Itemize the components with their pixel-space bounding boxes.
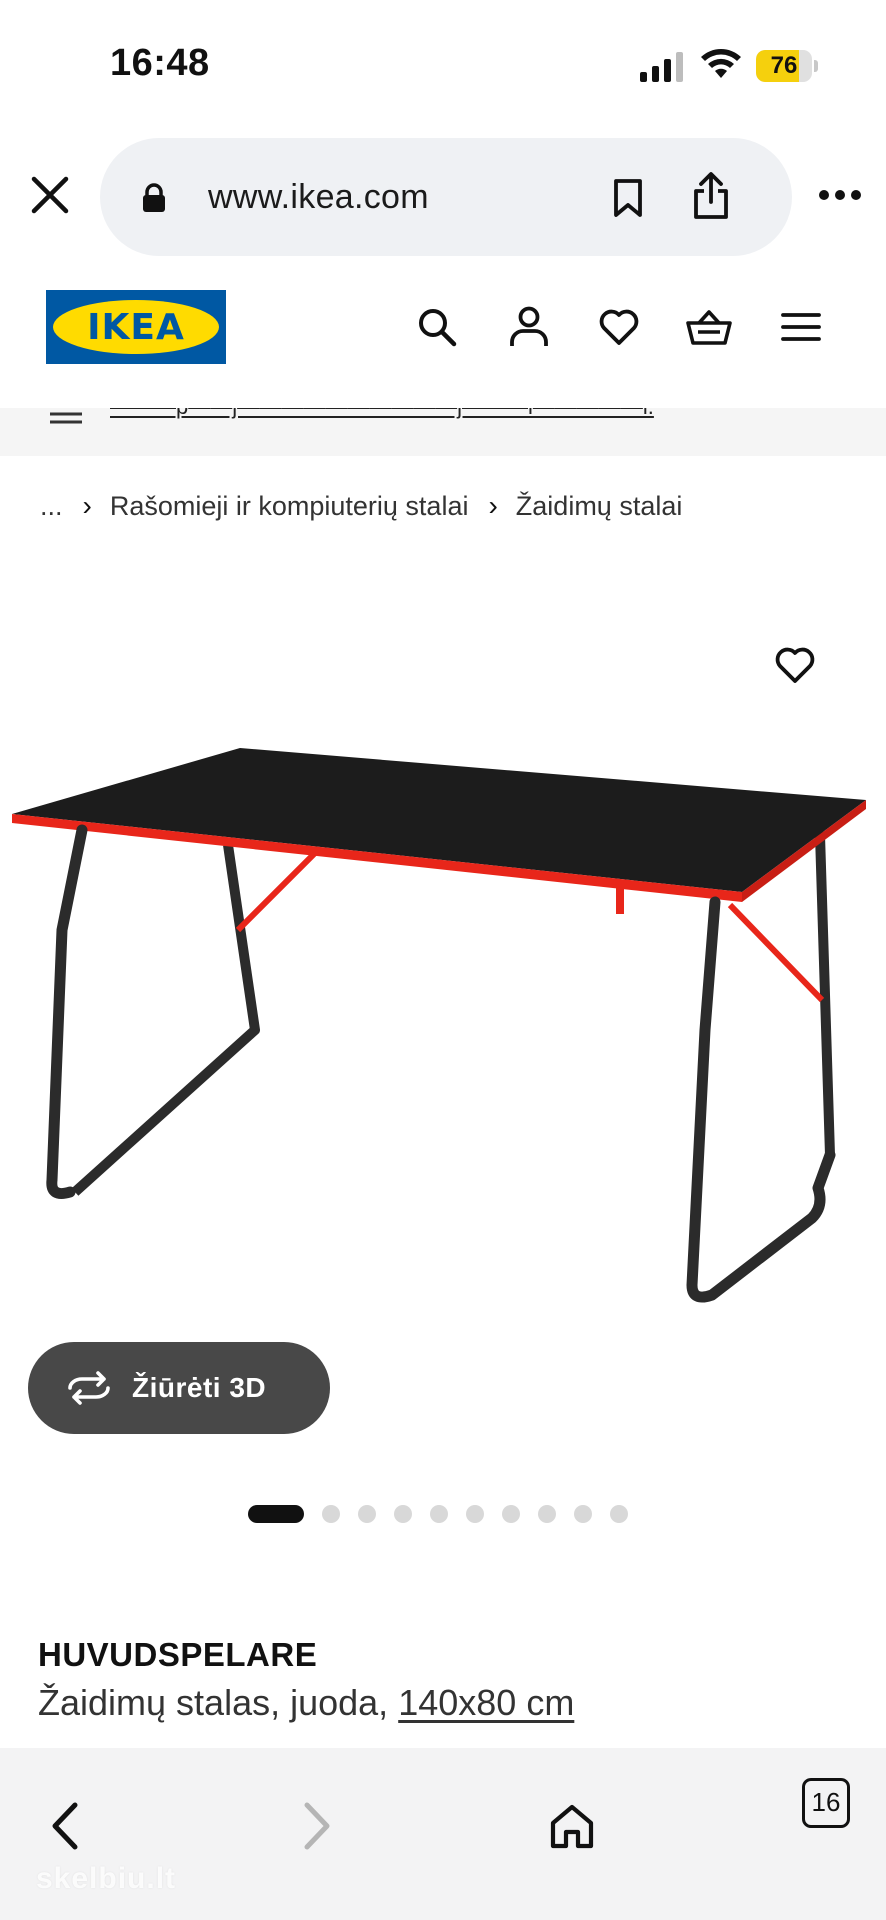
product-size-link[interactable]: 140x80 cm [398,1682,574,1723]
breadcrumb: ... › Rašomieji ir kompiuterių stalai › … [40,486,682,526]
wifi-icon [701,49,741,78]
forward-button[interactable] [288,1796,348,1856]
carousel-dot[interactable] [610,1505,628,1523]
search-icon [419,309,457,347]
forward-icon [304,1802,330,1850]
menu-button[interactable] [776,302,826,352]
heart-icon [599,309,639,345]
breadcrumb-separator: › [82,490,92,521]
carousel-dot[interactable] [358,1505,376,1523]
address-bar[interactable]: www.ikea.com [100,138,792,256]
share-icon [694,172,728,219]
search-button[interactable] [412,302,462,352]
share-button[interactable] [680,164,742,228]
breadcrumb-separator: › [488,490,498,521]
home-icon [550,1804,594,1849]
favorites-button[interactable] [594,302,644,352]
carousel-dot[interactable] [322,1505,340,1523]
battery-percent: 76 [770,52,798,79]
cellular-signal-icon [640,52,683,82]
heart-icon [775,647,815,683]
ikea-logo[interactable]: IKEA [46,290,226,364]
product-name: HUVUDSPELARE [38,1636,318,1673]
watermark: skelbiu.lt [36,1862,177,1895]
info-banner[interactable]: ———p——j——————————j———i—————i. [0,408,886,456]
close-tab-button[interactable] [20,165,80,225]
account-button[interactable] [504,302,554,352]
close-icon [31,176,69,214]
carousel-dot[interactable] [574,1505,592,1523]
breadcrumb-item-desks[interactable]: Rašomieji ir kompiuterių stalai [110,491,469,522]
back-icon [52,1802,78,1850]
product-image[interactable] [0,730,886,1320]
product-description: Žaidimų stalas, juoda, 140x80 cm [38,1682,574,1724]
carousel-dot[interactable] [502,1505,520,1523]
carousel-dot[interactable] [430,1505,448,1523]
view-3d-button[interactable]: Žiūrėti 3D [28,1342,330,1434]
add-to-favorites-button[interactable] [770,640,820,690]
cart-icon [686,310,732,345]
home-button[interactable] [542,1796,602,1856]
back-button[interactable] [34,1796,94,1856]
info-banner-text: ———p——j——————————j———i—————i. [110,408,654,420]
image-carousel-indicator [248,1504,646,1524]
status-time: 16:48 [110,42,210,84]
menu-icon [781,313,821,341]
bookmark-button[interactable] [598,168,658,228]
cart-button[interactable] [684,302,734,352]
lock-icon [143,183,165,212]
carousel-dot[interactable] [538,1505,556,1523]
rotate-3d-icon [68,1371,110,1405]
url-text: www.ikea.com [208,178,429,216]
tabs-button[interactable]: 16 [802,1778,850,1828]
breadcrumb-ellipsis[interactable]: ... [40,491,63,522]
battery-icon: 76 [756,50,818,82]
info-strip-icon [50,412,82,424]
breadcrumb-item-gaming-desks[interactable]: Žaidimų stalai [516,491,683,522]
browser-toolbar: www.ikea.com [0,130,886,260]
product-description-text: Žaidimų stalas, juoda, [38,1682,389,1723]
carousel-dot[interactable] [394,1505,412,1523]
logo-text: IKEA [87,306,185,348]
status-bar: 16:48 76 [0,0,886,120]
more-options-button[interactable] [808,165,872,225]
account-icon [510,306,548,346]
more-icon [819,190,861,200]
bookmark-icon [614,179,642,217]
carousel-dot[interactable] [248,1505,304,1523]
site-header: IKEA [0,280,886,380]
view-3d-label: Žiūrėti 3D [132,1372,267,1403]
carousel-dot[interactable] [466,1505,484,1523]
